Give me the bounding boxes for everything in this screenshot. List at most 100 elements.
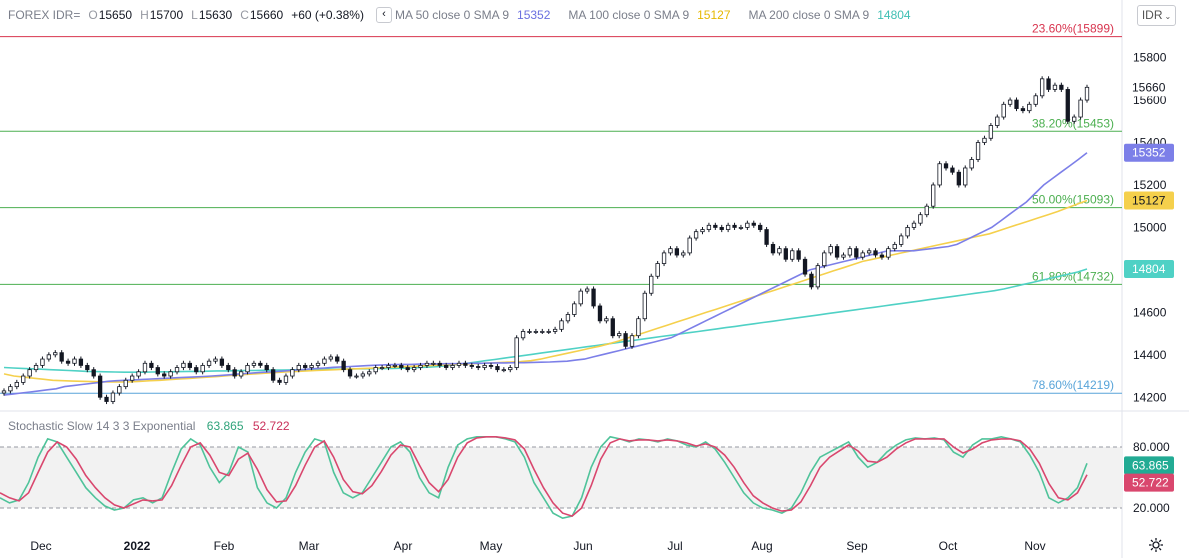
symbol-name[interactable]: FOREX IDR= xyxy=(8,8,80,22)
candle-body xyxy=(219,358,225,366)
candle-body xyxy=(251,362,257,366)
candle-body xyxy=(367,371,372,375)
stochastic-tick-label: 20.000 xyxy=(1133,501,1170,515)
candle-body xyxy=(418,365,423,368)
candle-body xyxy=(610,318,615,337)
ma-value-label: 15127 xyxy=(1132,193,1166,207)
candle-body xyxy=(687,237,692,254)
candle-body xyxy=(552,328,558,332)
price-tick-label: 14200 xyxy=(1133,390,1167,404)
candle-body xyxy=(508,367,513,371)
candle-body xyxy=(950,167,955,173)
candle-body xyxy=(238,371,244,377)
candle-body xyxy=(488,365,494,367)
gear-icon[interactable] xyxy=(1148,537,1164,553)
candle-body xyxy=(629,335,635,347)
candle-body xyxy=(40,358,45,366)
candle-body xyxy=(668,248,673,254)
candle-body xyxy=(623,333,628,347)
time-tick-label: Oct xyxy=(939,539,958,553)
candle-body xyxy=(296,365,301,371)
candle-body xyxy=(8,386,13,392)
collapse-indicators-button[interactable]: ‹ xyxy=(375,7,392,23)
candle-body xyxy=(85,365,90,371)
candle-body xyxy=(399,365,404,368)
candle-body xyxy=(162,373,167,377)
candle-body xyxy=(309,365,314,368)
candle-body xyxy=(937,163,942,186)
candle-body xyxy=(770,244,776,254)
candle-body xyxy=(277,379,282,383)
low-value: 15630 xyxy=(198,8,233,22)
candle-body xyxy=(834,246,840,258)
candle-body xyxy=(1059,84,1064,90)
candle-body xyxy=(1084,86,1090,101)
candle-body xyxy=(91,369,96,377)
candle-body xyxy=(322,358,327,364)
candle-body xyxy=(424,362,430,366)
candle-body xyxy=(335,356,340,362)
candle-body xyxy=(604,318,609,322)
candle-body xyxy=(213,358,218,362)
candle-body xyxy=(661,252,667,264)
candle-body xyxy=(136,371,141,377)
ma200-label[interactable]: MA 200 close 0 SMA 9 xyxy=(749,8,870,22)
candle-body xyxy=(104,396,109,402)
candle-body xyxy=(751,222,756,226)
candle-body xyxy=(969,159,974,169)
candle-body xyxy=(559,320,564,330)
candle-body xyxy=(72,358,77,364)
candle-body xyxy=(1,390,7,394)
candle-body xyxy=(975,142,981,160)
high-key: H xyxy=(140,8,149,22)
candle-body xyxy=(65,360,71,364)
candle-body xyxy=(732,224,737,228)
candle-body xyxy=(456,362,462,366)
ma100-label[interactable]: MA 100 close 0 SMA 9 xyxy=(568,8,689,22)
candle-body xyxy=(168,371,173,377)
candle-body xyxy=(373,367,378,373)
candle-body xyxy=(642,292,647,320)
candle-body xyxy=(790,250,795,260)
candle-body xyxy=(1065,89,1070,122)
candle-body xyxy=(123,379,128,388)
chart-canvas[interactable]: 23.60%(15899)38.20%(15453)50.00%(15093)6… xyxy=(0,0,1189,558)
candle-body xyxy=(444,365,449,368)
time-tick-label: Dec xyxy=(30,539,51,553)
candle-body xyxy=(988,125,994,139)
candle-body xyxy=(27,369,32,377)
candle-body xyxy=(1014,99,1019,109)
price-tick-label: 14600 xyxy=(1133,305,1167,319)
candle-body xyxy=(706,224,712,230)
candle-body xyxy=(1052,84,1058,90)
stochastic-label[interactable]: Stochastic Slow 14 3 3 Exponential xyxy=(8,419,195,433)
currency-button[interactable]: IDR ⌄ xyxy=(1137,5,1176,26)
candle-body xyxy=(815,265,821,288)
candle-body xyxy=(693,231,699,239)
candle-body xyxy=(924,205,929,216)
candle-body xyxy=(431,362,436,365)
candle-body xyxy=(918,214,923,224)
open-value: 15650 xyxy=(98,8,133,22)
candle-body xyxy=(956,171,961,186)
candle-body xyxy=(636,318,641,337)
candle-body xyxy=(860,252,865,258)
candle-body xyxy=(33,365,39,371)
candle-body xyxy=(1039,78,1045,97)
candle-body xyxy=(187,362,192,368)
candle-body xyxy=(841,254,846,258)
candle-body xyxy=(117,386,122,394)
candle-body xyxy=(450,365,455,368)
candle-body xyxy=(341,360,346,371)
candle-body xyxy=(501,369,506,372)
candle-body xyxy=(822,252,827,267)
low-key: L xyxy=(191,8,198,22)
time-tick-label: Jul xyxy=(667,539,682,553)
ma200-value: 14804 xyxy=(877,8,911,22)
open-key: O xyxy=(88,8,98,22)
candle-body xyxy=(655,263,660,277)
ma50-label[interactable]: MA 50 close 0 SMA 9 xyxy=(395,8,509,22)
price-axis: 1420014400146001480015000152001540015600… xyxy=(1133,51,1167,405)
candle-body xyxy=(78,358,84,366)
time-tick-label: Jun xyxy=(573,539,592,553)
